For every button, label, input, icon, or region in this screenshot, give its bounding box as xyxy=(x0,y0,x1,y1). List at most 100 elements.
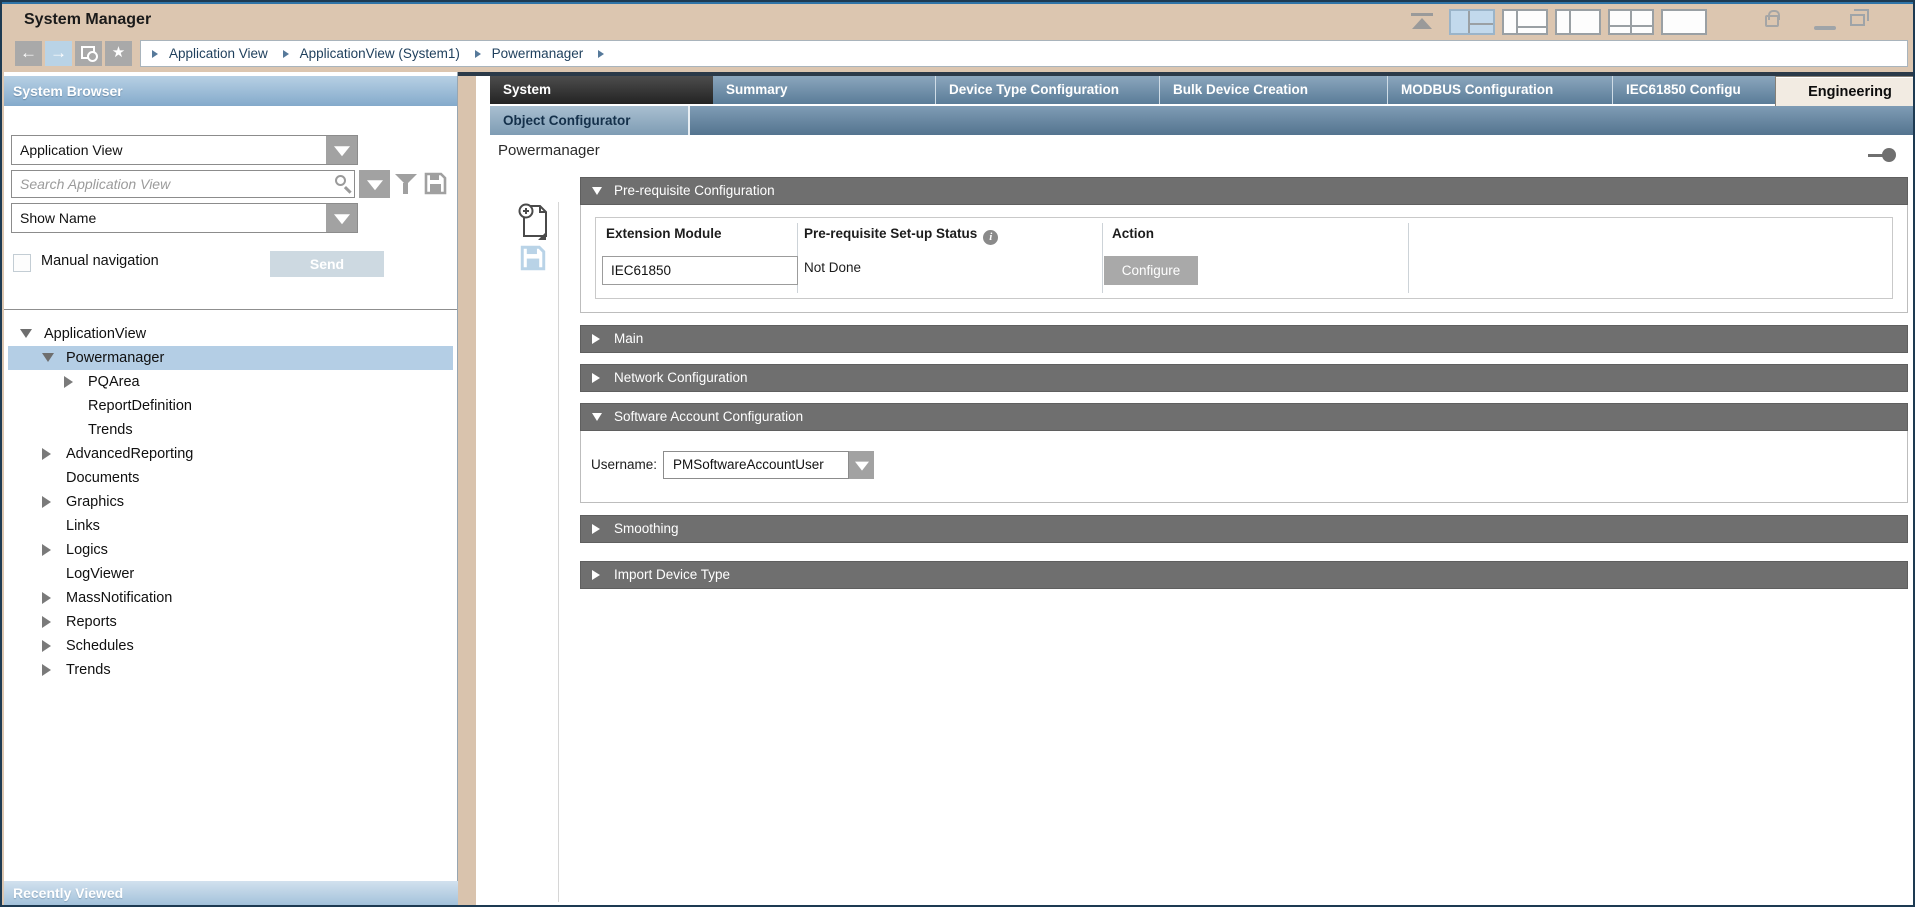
save-icon[interactable] xyxy=(520,245,546,271)
collapse-panel-icon[interactable] xyxy=(1408,12,1436,32)
save-search-icon[interactable] xyxy=(424,172,447,195)
display-mode-value: Show Name xyxy=(20,204,96,232)
tab-summary[interactable]: Summary xyxy=(713,76,935,104)
collapse-arrow-icon[interactable] xyxy=(42,664,51,676)
back-button[interactable]: ← xyxy=(15,41,42,66)
view-selector-value: Application View xyxy=(20,136,122,164)
tab-device-type-configuration[interactable]: Device Type Configuration xyxy=(935,76,1159,104)
tree-item-documents[interactable]: Documents xyxy=(4,466,457,490)
tab-system[interactable]: System xyxy=(490,76,713,104)
tree-item-reportdefinition[interactable]: ReportDefinition xyxy=(4,394,457,418)
layout-left-split-icon[interactable] xyxy=(1502,9,1548,35)
tree-item-pqarea[interactable]: PQArea xyxy=(4,370,457,394)
tree-item-schedules[interactable]: Schedules xyxy=(4,634,457,658)
username-value: PMSoftwareAccountUser xyxy=(673,452,824,478)
chevron-down-icon[interactable] xyxy=(326,136,357,164)
breadcrumb: Application View ApplicationView (System… xyxy=(140,40,1908,67)
collapse-arrow-icon[interactable] xyxy=(42,592,51,604)
collapse-arrow-icon[interactable] xyxy=(64,376,73,388)
add-object-icon[interactable] xyxy=(518,202,550,240)
object-configurator-content: Powermanager Pre-requisite Con xyxy=(476,135,1915,907)
collapse-arrow-icon[interactable] xyxy=(42,640,51,652)
layout-grid-icon[interactable] xyxy=(1608,9,1654,35)
section-prerequisite-configuration[interactable]: Pre-requisite Configuration xyxy=(580,177,1908,205)
column-header-prerequisite-status: Pre-requisite Set-up Statusi xyxy=(804,218,998,250)
view-selector-combo[interactable]: Application View xyxy=(11,135,358,165)
search-input[interactable]: Search Application View xyxy=(11,170,355,198)
section-collapsed-icon xyxy=(592,373,600,383)
section-smoothing[interactable]: Smoothing xyxy=(580,515,1908,543)
breadcrumb-item[interactable]: Application View xyxy=(169,46,268,61)
recently-viewed-header[interactable]: Recently Viewed xyxy=(4,881,476,905)
section-import-device-type[interactable]: Import Device Type xyxy=(580,561,1908,589)
tab-bulk-device-creation[interactable]: Bulk Device Creation xyxy=(1159,76,1387,104)
breadcrumb-arrow-icon xyxy=(283,50,289,58)
tree-item-applicationview[interactable]: ApplicationView xyxy=(4,322,457,346)
chevron-down-icon[interactable] xyxy=(849,451,874,479)
chevron-down-icon[interactable] xyxy=(326,204,357,232)
favorites-button[interactable]: ★ xyxy=(105,41,132,66)
layout-single-icon[interactable] xyxy=(1661,9,1707,35)
search-icon xyxy=(335,175,346,186)
collapse-arrow-icon[interactable] xyxy=(42,496,51,508)
send-button[interactable]: Send xyxy=(270,251,384,277)
tree-item-powermanager[interactable]: Powermanager xyxy=(4,346,457,370)
tree-item-graphics[interactable]: Graphics xyxy=(4,490,457,514)
expand-arrow-icon[interactable] xyxy=(42,353,54,362)
section-main[interactable]: Main xyxy=(580,325,1908,353)
filter-icon[interactable] xyxy=(395,174,417,196)
username-combo[interactable]: PMSoftwareAccountUser xyxy=(663,451,849,479)
page-title: Powermanager xyxy=(498,142,600,159)
section-software-account-configuration[interactable]: Software Account Configuration xyxy=(580,403,1908,431)
title-bar: System Manager xyxy=(2,4,1913,38)
prerequisite-table: Extension Module Pre-requisite Set-up St… xyxy=(595,217,1893,299)
history-button[interactable] xyxy=(75,41,102,66)
history-icon xyxy=(81,46,95,59)
section-network-configuration[interactable]: Network Configuration xyxy=(580,364,1908,392)
system-browser-panel: System Browser Application View Search A… xyxy=(4,72,458,881)
tree-item-massnotification[interactable]: MassNotification xyxy=(4,586,457,610)
layout-two-pane-icon[interactable] xyxy=(1555,9,1601,35)
restore-icon[interactable] xyxy=(1850,14,1865,26)
display-mode-combo[interactable]: Show Name xyxy=(11,203,358,233)
tree-item-reports[interactable]: Reports xyxy=(4,610,457,634)
layout-quad-icon[interactable] xyxy=(1449,9,1495,35)
engineering-button[interactable]: Engineering xyxy=(1775,76,1915,108)
column-header-action: Action xyxy=(1112,218,1154,250)
collapse-arrow-icon[interactable] xyxy=(42,448,51,460)
lock-icon[interactable] xyxy=(1765,15,1779,27)
tab-iec61850-configuration[interactable]: IEC61850 Configu xyxy=(1612,76,1775,104)
forward-button[interactable]: → xyxy=(45,41,72,66)
status-value: Not Done xyxy=(804,260,861,275)
app-window: System Manager ← → ★ Application xyxy=(0,0,1915,907)
tab-modbus-configuration[interactable]: MODBUS Configuration xyxy=(1387,76,1612,104)
panel-splitter[interactable] xyxy=(458,72,476,907)
tree-item-trends-bottom[interactable]: Trends xyxy=(4,658,457,682)
configure-button[interactable]: Configure xyxy=(1104,256,1198,285)
tree-item-logics[interactable]: Logics xyxy=(4,538,457,562)
manual-navigation-checkbox[interactable] xyxy=(13,254,31,272)
primary-pane: System Summary Device Type Configuration… xyxy=(476,72,1915,907)
search-dropdown-button[interactable] xyxy=(359,170,390,198)
sub-tab-bar: Object Configurator xyxy=(490,106,1915,135)
column-header-extension-module: Extension Module xyxy=(606,218,722,250)
minimize-icon[interactable] xyxy=(1814,26,1836,30)
info-icon[interactable]: i xyxy=(983,230,998,245)
collapse-arrow-icon[interactable] xyxy=(42,544,51,556)
collapse-arrow-icon[interactable] xyxy=(42,616,51,628)
tab-object-configurator[interactable]: Object Configurator xyxy=(490,106,690,135)
navigation-toolbar: ← → ★ Application View ApplicationView (… xyxy=(2,38,1913,72)
prerequisite-section-body: Extension Module Pre-requisite Set-up St… xyxy=(580,205,1908,313)
column-divider xyxy=(1408,223,1409,293)
pin-indicator-icon[interactable] xyxy=(1868,148,1898,162)
breadcrumb-arrow-icon xyxy=(475,50,481,58)
breadcrumb-item[interactable]: Powermanager xyxy=(492,46,584,61)
expand-arrow-icon[interactable] xyxy=(20,329,32,338)
breadcrumb-item[interactable]: ApplicationView (System1) xyxy=(300,46,460,61)
tree-item-logviewer[interactable]: LogViewer xyxy=(4,562,457,586)
tree-item-advancedreporting[interactable]: AdvancedReporting xyxy=(4,442,457,466)
extension-module-input[interactable]: IEC61850 xyxy=(602,256,798,285)
breadcrumb-arrow-icon xyxy=(598,50,604,58)
tree-item-trends[interactable]: Trends xyxy=(4,418,457,442)
tree-item-links[interactable]: Links xyxy=(4,514,457,538)
